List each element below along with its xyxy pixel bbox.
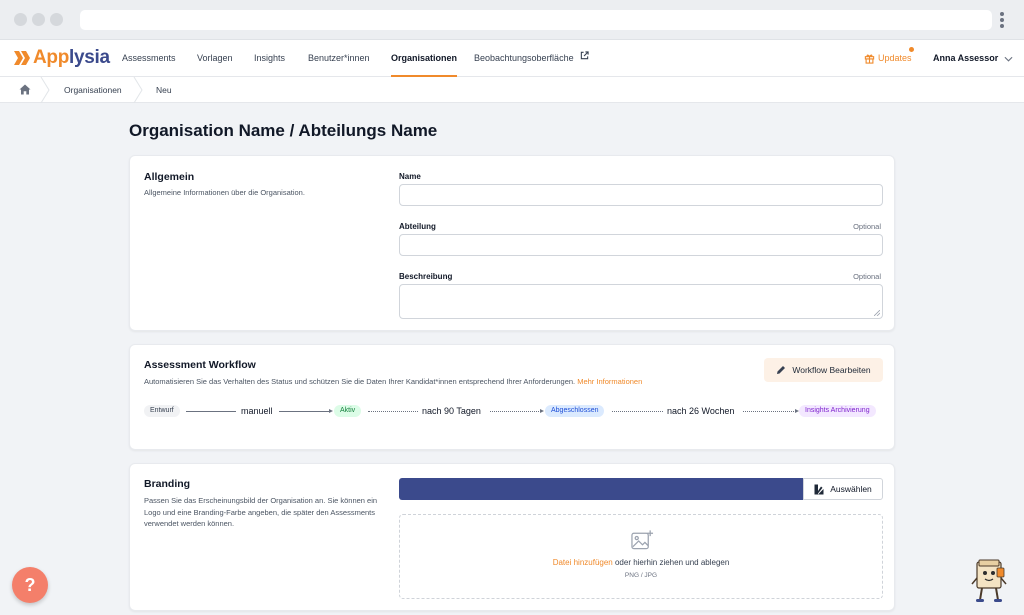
transition-after-26-weeks: nach 26 Wochen	[667, 406, 735, 416]
add-file-link[interactable]: Datei hinzufügen	[553, 558, 613, 567]
department-label: Abteilung	[399, 222, 436, 231]
breadcrumb-separator-icon	[40, 77, 50, 103]
nav-vorlagen[interactable]: Vorlagen	[197, 40, 233, 77]
description-textarea[interactable]	[399, 284, 883, 319]
workflow-description-text: Automatisieren Sie das Verhalten des Sta…	[144, 377, 576, 386]
status-pill-draft: Entwurf	[144, 405, 180, 417]
workflow-connector	[743, 411, 796, 412]
branding-description: Passen Sie das Erscheinungsbild der Orga…	[144, 496, 378, 528]
help-button[interactable]: ?	[12, 567, 48, 603]
transition-after-90-days: nach 90 Tagen	[422, 406, 481, 416]
updates-label: Updates	[878, 53, 912, 63]
workflow-connector	[490, 411, 541, 412]
logo-text: Applysia	[33, 47, 110, 68]
window-maximize-dot[interactable]	[50, 13, 63, 26]
nav-beobachtungsoberflaeche[interactable]: Beobachtungsoberfläche	[474, 40, 589, 77]
nav-insights[interactable]: Insights	[254, 40, 285, 77]
updates-button[interactable]: Updates	[864, 40, 914, 77]
arrow-right-icon	[329, 408, 333, 413]
branding-title: Branding	[144, 478, 191, 490]
name-label: Name	[399, 172, 421, 181]
nav-organisationen[interactable]: Organisationen	[391, 40, 458, 77]
resize-handle-icon[interactable]	[874, 310, 880, 316]
user-menu[interactable]: Anna Assessor	[933, 40, 1013, 77]
choose-color-button[interactable]: Auswählen	[803, 478, 883, 500]
description-optional-hint: Optional	[853, 272, 881, 281]
arrow-right-icon	[540, 408, 544, 413]
general-card: Allgemein Allgemeine Informationen über …	[129, 155, 895, 331]
updates-notification-dot	[909, 47, 914, 52]
dropzone-text: Datei hinzufügen oder hierhin ziehen und…	[400, 558, 882, 567]
general-title: Allgemein	[144, 171, 195, 183]
browser-menu-icon[interactable]	[999, 12, 1005, 30]
workflow-title: Assessment Workflow	[144, 359, 256, 371]
logo-dropzone[interactable]: Datei hinzufügen oder hierhin ziehen und…	[399, 514, 883, 599]
pencil-icon	[777, 366, 786, 374]
edit-workflow-button[interactable]: Workflow Bearbeiten	[764, 358, 883, 382]
chevron-down-icon	[1004, 56, 1013, 62]
gift-icon	[864, 54, 875, 64]
workflow-connector	[186, 411, 236, 412]
transition-manual: manuell	[241, 406, 273, 416]
edit-workflow-label: Workflow Bearbeiten	[792, 365, 871, 375]
drop-instructions: oder hierhin ziehen und ablegen	[612, 558, 730, 567]
address-bar[interactable]	[80, 10, 992, 30]
nav-benutzer-innen[interactable]: Benutzer*innen	[308, 40, 370, 77]
name-input[interactable]	[399, 184, 883, 206]
workflow-connector	[368, 411, 418, 412]
user-name: Anna Assessor	[933, 53, 999, 63]
brand-color-preview[interactable]	[399, 478, 804, 500]
status-pill-insights-archive: Insights Archivierung	[799, 405, 876, 417]
applysia-logo[interactable]: Applysia	[14, 47, 110, 69]
file-formats: PNG / JPG	[624, 572, 658, 579]
status-pill-completed: Abgeschlossen	[545, 405, 605, 417]
workflow-connector	[279, 411, 330, 412]
status-pill-active: Aktiv	[334, 405, 362, 417]
window-close-dot[interactable]	[14, 13, 27, 26]
window-minimize-dot[interactable]	[32, 13, 45, 26]
external-link-icon	[580, 39, 589, 76]
browser-chrome	[0, 0, 1024, 40]
workflow-description: Automatisieren Sie das Verhalten des Sta…	[144, 376, 642, 388]
nav-beobachtungsoberflaeche-label: Beobachtungsoberfläche	[474, 53, 574, 63]
department-optional-hint: Optional	[853, 222, 881, 231]
nav-assessments[interactable]: Assessments	[122, 40, 176, 77]
top-navigation: Applysia Assessments Vorlagen Insights B…	[0, 40, 1024, 77]
workflow-card: Assessment Workflow Automatisieren Sie d…	[129, 344, 895, 450]
breadcrumb-neu: Neu	[156, 85, 172, 95]
branding-card: Branding Passen Sie das Erscheinungsbild…	[129, 463, 895, 611]
home-icon[interactable]	[19, 84, 31, 96]
breadcrumb-separator-icon	[133, 77, 143, 103]
breadcrumb-organisationen[interactable]: Organisationen	[64, 77, 122, 103]
department-input[interactable]	[399, 234, 883, 256]
choose-color-label: Auswählen	[830, 484, 872, 494]
mascot-illustration[interactable]	[970, 558, 1010, 609]
breadcrumb: Organisationen Neu	[0, 77, 1024, 103]
page-title: Organisation Name / Abteilungs Name	[129, 121, 438, 140]
more-information-link[interactable]: Mehr Informationen	[577, 377, 642, 386]
description-label: Beschreibung	[399, 272, 453, 281]
logo-chevrons-icon	[14, 51, 31, 65]
add-image-icon	[631, 530, 654, 550]
color-swatch-icon	[814, 484, 824, 494]
general-description: Allgemeine Informationen über die Organi…	[144, 188, 305, 197]
workflow-connector	[612, 411, 663, 412]
